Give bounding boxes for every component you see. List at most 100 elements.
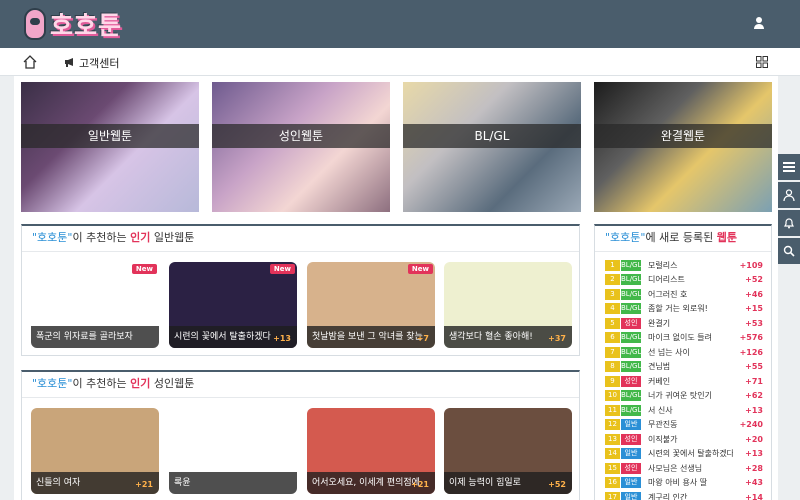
ranking-list: 1 BL/GL 모럴리스 +109 2 BL/GL 디어리스트 +52 3 BL/GL 어그러진 호… <box>595 252 771 500</box>
ranking-item[interactable]: 8 BL/GL 견님범 +55 <box>605 360 763 375</box>
general-webtoon-section: "호호툰"이 추천하는 인기 일반웹툰 New 폭군의 위자료를 골라보자 Ne… <box>21 224 580 356</box>
rank-title: 모럴리스 <box>648 260 678 270</box>
new-badge: New <box>407 264 433 274</box>
card-count: +37 <box>548 334 566 343</box>
category-badge: BL/GL <box>621 288 642 300</box>
ranking-item[interactable]: 9 성인 커베인 +71 <box>605 374 763 389</box>
webtoon-card[interactable]: 록윤 <box>169 408 297 494</box>
customer-center-link[interactable]: 고객센터 <box>64 55 119 71</box>
rank-delta: +53 <box>745 318 763 328</box>
ranking-item[interactable]: 6 BL/GL 마이크 없이도 들려 +576 <box>605 331 763 346</box>
card-title: 폭군의 위자료를 골라보자 <box>31 326 159 348</box>
search-icon[interactable] <box>778 238 800 264</box>
webtoon-card[interactable]: 생각보다 혈손 좋아해! +37 <box>444 262 572 348</box>
ranking-item[interactable]: 5 성인 완결기 +53 <box>605 316 763 331</box>
category-badge: BL/GL <box>621 274 642 286</box>
rank-delta: +46 <box>745 289 763 299</box>
sub-navigation: 고객센터 <box>0 48 800 76</box>
ranking-item[interactable]: 2 BL/GL 디어리스트 +52 <box>605 273 763 288</box>
category-badge: 성인 <box>621 433 641 445</box>
category-badge: 성인 <box>621 375 641 387</box>
ranking-item[interactable]: 17 일반 계구리 인간 +14 <box>605 490 763 500</box>
ranking-item[interactable]: 14 일반 시련의 꽃에서 탈출하겠다 +13 <box>605 447 763 462</box>
webtoon-card[interactable]: New 폭군의 위자료를 골라보자 <box>31 262 159 348</box>
category-badge: BL/GL <box>621 259 642 271</box>
rank-delta: +13 <box>745 405 763 415</box>
rank-number: 1 <box>605 259 620 271</box>
ranking-item[interactable]: 12 일반 무관진동 +240 <box>605 418 763 433</box>
rank-title: 계구리 인간 <box>648 492 688 500</box>
hot-label: 웹툰 <box>716 231 737 244</box>
new-badge: New <box>131 264 157 274</box>
category-badge: BL/GL <box>621 404 642 416</box>
hot-label: 인기 <box>130 377 151 390</box>
ranking-item[interactable]: 15 성인 사모님은 선생님 +28 <box>605 461 763 476</box>
banner-label: BL/GL <box>403 124 581 148</box>
section-title: "호호툰"이 추천하는 인기 성인웹툰 <box>22 372 579 398</box>
webtoon-card[interactable]: 어서오세요, 이세계 편의점에 +21 <box>307 408 435 494</box>
title-text: 이 추천하는 <box>72 377 127 390</box>
top-header: 호호툰 <box>0 0 800 48</box>
webtoon-card[interactable]: New 시련의 꽃에서 탈출하겠다 +13 <box>169 262 297 348</box>
rank-delta: +71 <box>745 376 763 386</box>
rank-delta: +55 <box>745 362 763 372</box>
user-icon[interactable] <box>778 182 800 208</box>
rank-number: 6 <box>605 332 620 344</box>
user-icon[interactable] <box>752 16 766 30</box>
webtoon-card[interactable]: New 첫날밤을 보낸 그 악녀를 찾는 +7 <box>307 262 435 348</box>
webtoon-card[interactable]: 신들의 여자 +21 <box>31 408 159 494</box>
rank-title: 마왕 아비 용사 딸 <box>648 478 708 488</box>
rank-number: 7 <box>605 346 620 358</box>
site-logo[interactable]: 호호툰 <box>24 6 122 42</box>
rank-delta: +43 <box>745 478 763 488</box>
category-badge: 성인 <box>621 462 641 474</box>
banner-blgl[interactable]: BL/GL <box>403 82 581 212</box>
rank-delta: +28 <box>745 463 763 473</box>
side-toolbar <box>778 154 800 266</box>
rank-title: 선 넘는 사이 <box>648 347 690 357</box>
banner-completed[interactable]: 완결웹툰 <box>594 82 772 212</box>
home-icon[interactable] <box>22 54 38 70</box>
banner-general[interactable]: 일반웹툰 <box>21 82 199 212</box>
rank-number: 13 <box>605 433 620 445</box>
bell-icon[interactable] <box>778 210 800 236</box>
menu-icon[interactable] <box>778 154 800 180</box>
rank-title: 커베인 <box>648 376 671 386</box>
category-badge: BL/GL <box>621 303 642 315</box>
ranking-item[interactable]: 3 BL/GL 어그러진 호 +46 <box>605 287 763 302</box>
rank-number: 8 <box>605 361 620 373</box>
rank-title: 너가 귀여운 탓인기 <box>648 391 712 401</box>
ranking-item[interactable]: 1 BL/GL 모럴리스 +109 <box>605 258 763 273</box>
hot-label: 인기 <box>130 231 151 244</box>
adult-webtoon-section: "호호툰"이 추천하는 인기 성인웹툰 신들의 여자 +21 록윤 어서오세요,… <box>21 370 580 500</box>
card-count: +13 <box>273 334 291 343</box>
rank-title: 서 신사 <box>648 405 673 415</box>
ranking-item[interactable]: 4 BL/GL 좀할 거는 외로워! +15 <box>605 302 763 317</box>
rank-number: 12 <box>605 419 620 431</box>
brand-name: "호호툰" <box>605 231 646 244</box>
category-badge: 일반 <box>621 491 641 500</box>
category-badge: 성인 <box>621 317 641 329</box>
ranking-item[interactable]: 10 BL/GL 너가 귀여운 탓인기 +62 <box>605 389 763 404</box>
new-webtoon-ranking: "호호툰"에 새로 등록된 웹툰 1 BL/GL 모럴리스 +109 2 BL/GL 디어리… <box>594 224 772 500</box>
card-count: +21 <box>411 480 429 489</box>
rank-title: 어그러진 호 <box>648 289 688 299</box>
customer-center-label: 고객센터 <box>79 57 120 70</box>
rank-title: 시련의 꽃에서 탈출하겠다 <box>648 449 733 459</box>
category-badge: BL/GL <box>621 390 642 402</box>
rank-title: 견님범 <box>648 362 671 372</box>
brand-name: "호호툰" <box>32 377 73 390</box>
section-title: "호호툰"이 추천하는 인기 일반웹툰 <box>22 226 579 252</box>
ranking-item[interactable]: 7 BL/GL 선 넘는 사이 +126 <box>605 345 763 360</box>
scrollbar[interactable] <box>784 76 798 500</box>
rank-number: 2 <box>605 274 620 286</box>
grid-icon[interactable] <box>756 56 768 68</box>
rank-title: 디어리스트 <box>648 275 685 285</box>
rank-delta: +109 <box>739 260 763 270</box>
banner-adult[interactable]: 성인웹툰 <box>212 82 390 212</box>
ranking-item[interactable]: 16 일반 마왕 아비 용사 딸 +43 <box>605 476 763 491</box>
ranking-item[interactable]: 13 성인 이직불가 +20 <box>605 432 763 447</box>
webtoon-card[interactable]: 이제 능력이 힘일로 +52 <box>444 408 572 494</box>
title-text: 에 새로 등록된 <box>645 231 714 244</box>
ranking-item[interactable]: 11 BL/GL 서 신사 +13 <box>605 403 763 418</box>
